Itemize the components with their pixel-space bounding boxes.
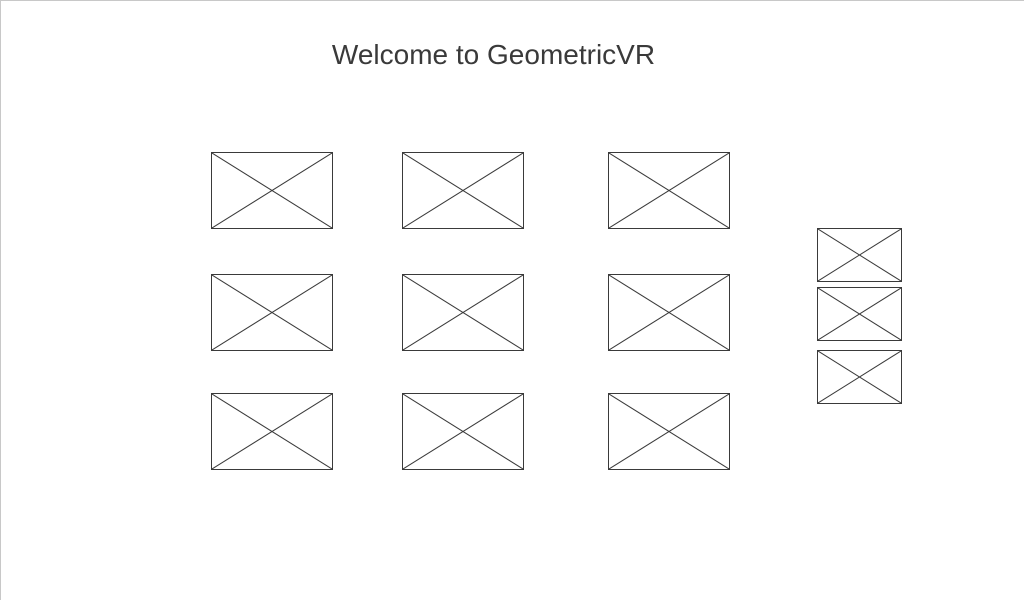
side-item-2-image-placeholder-icon[interactable] [817, 287, 902, 341]
grid-item-6-image-placeholder-icon[interactable] [608, 274, 730, 351]
grid-item-1-image-placeholder-icon[interactable] [211, 152, 333, 229]
grid-item-7-image-placeholder-icon[interactable] [211, 393, 333, 470]
page-title: Welcome to GeometricVR [331, 39, 656, 70]
grid-item-3-image-placeholder-icon[interactable] [608, 152, 730, 229]
app-screen: Welcome to GeometricVR [0, 0, 1024, 600]
grid-item-2-image-placeholder-icon[interactable] [402, 152, 524, 229]
grid-item-4-image-placeholder-icon[interactable] [211, 274, 333, 351]
grid-item-9-image-placeholder-icon[interactable] [608, 393, 730, 470]
side-item-1-image-placeholder-icon[interactable] [817, 228, 902, 282]
side-item-3-image-placeholder-icon[interactable] [817, 350, 902, 404]
grid-item-5-image-placeholder-icon[interactable] [402, 274, 524, 351]
grid-item-8-image-placeholder-icon[interactable] [402, 393, 524, 470]
